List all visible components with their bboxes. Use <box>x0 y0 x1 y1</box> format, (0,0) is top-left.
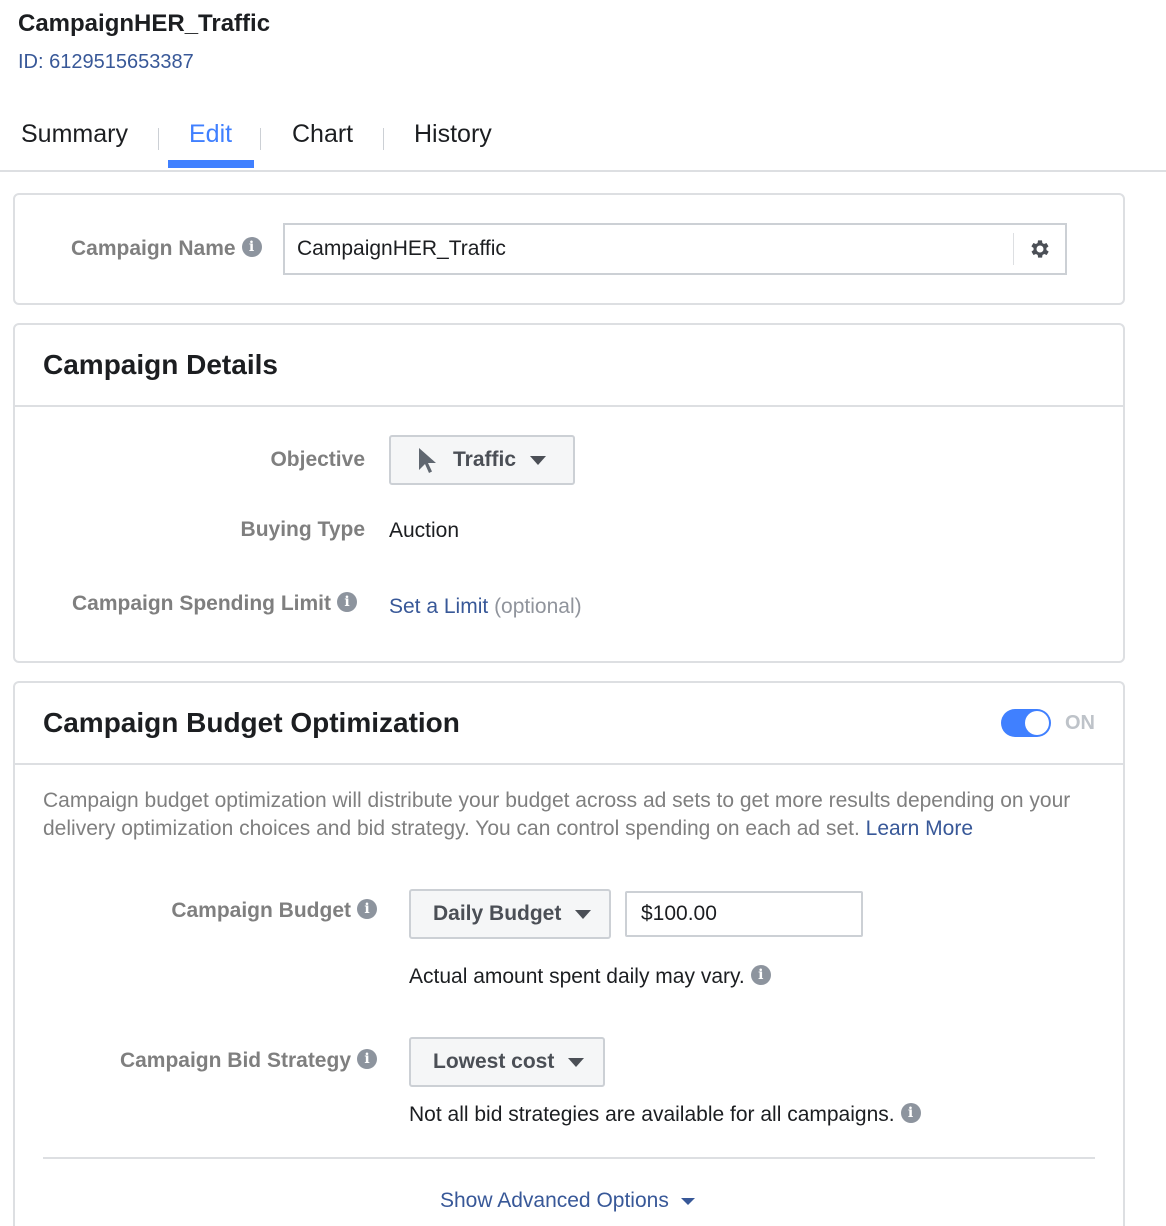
show-advanced-options-label: Show Advanced Options <box>440 1189 669 1212</box>
optional-note: (optional) <box>494 595 582 618</box>
campaign-id: ID: 6129515653387 <box>18 51 194 73</box>
objective-dropdown[interactable]: Traffic <box>389 435 575 485</box>
campaign-header: CampaignHER_Traffic ID: 6129515653387 <box>18 8 270 76</box>
tab-chart[interactable]: Chart <box>292 116 353 170</box>
info-icon[interactable]: i <box>750 965 771 986</box>
bid-strategy-label: Campaign Bid Strategy i <box>120 1047 377 1075</box>
budget-type-dropdown[interactable]: Daily Budget <box>409 889 611 939</box>
buying-type-label: Buying Type <box>240 518 365 541</box>
budget-optimization-toggle[interactable] <box>1001 709 1051 737</box>
bid-strategy-note: Not all bid strategies are available for… <box>409 1101 921 1129</box>
chevron-down-icon <box>530 455 547 465</box>
campaign-title: CampaignHER_Traffic <box>18 10 271 37</box>
campaign-budget-label-text: Campaign Budget <box>171 899 351 922</box>
chevron-down-icon <box>568 1057 585 1067</box>
chevron-down-icon <box>575 909 592 919</box>
bid-strategy-label-text: Campaign Bid Strategy <box>119 1049 351 1072</box>
toggle-knob <box>1025 711 1049 735</box>
info-icon[interactable]: i <box>357 899 377 920</box>
campaign-details-card: Campaign Details Objective Traffic Buyin… <box>13 323 1125 663</box>
info-icon[interactable]: i <box>357 1049 377 1070</box>
tab-separator <box>383 128 384 150</box>
bid-strategy-note-text: Not all bid strategies are available for… <box>409 1103 895 1126</box>
tab-history[interactable]: History <box>414 116 492 170</box>
set-limit-link[interactable]: Set a Limit <box>389 595 488 618</box>
budget-amount-value: $100.00 <box>641 902 717 925</box>
info-icon[interactable]: i <box>337 592 357 613</box>
budget-optimization-card: Campaign Budget Optimization ON Campaign… <box>13 681 1125 1226</box>
objective-value: Traffic <box>453 448 517 471</box>
campaign-name-card: Campaign Name i CampaignHER_Traffic <box>13 193 1125 305</box>
campaign-details-header: Campaign Details <box>15 325 1123 407</box>
bid-strategy-value: Lowest cost <box>433 1050 555 1073</box>
campaign-name-label-text: Campaign Name <box>71 237 236 260</box>
campaign-name-label: Campaign Name i <box>71 235 262 263</box>
bid-strategy-dropdown[interactable]: Lowest cost <box>409 1037 605 1087</box>
spending-limit-label-text: Campaign Spending Limit <box>71 592 331 615</box>
input-divider <box>1013 233 1014 265</box>
active-tab-indicator <box>168 160 254 168</box>
section-divider <box>43 1157 1095 1159</box>
campaign-name-value: CampaignHER_Traffic <box>297 237 506 260</box>
budget-optimization-header: Campaign Budget Optimization ON <box>15 683 1123 765</box>
campaign-name-input[interactable]: CampaignHER_Traffic <box>283 223 1067 275</box>
budget-optimization-description: Campaign budget optimization will distri… <box>43 787 1103 843</box>
chevron-down-icon <box>680 1197 695 1205</box>
budget-type-value: Daily Budget <box>433 902 562 925</box>
tab-separator <box>260 128 261 150</box>
cursor-arrow-icon <box>417 446 437 474</box>
budget-amount-input[interactable]: $100.00 <box>625 891 863 937</box>
spending-limit-label: Campaign Spending Limit i <box>72 590 357 618</box>
info-icon[interactable]: i <box>241 237 262 258</box>
gear-icon[interactable] <box>1028 237 1052 261</box>
objective-label: Objective <box>270 448 365 471</box>
tab-separator <box>158 128 159 150</box>
learn-more-link[interactable]: Learn More <box>866 817 973 840</box>
info-icon[interactable]: i <box>900 1103 921 1124</box>
show-advanced-options[interactable]: Show Advanced Options <box>440 1187 695 1215</box>
toggle-state-label: ON <box>1065 712 1095 734</box>
tab-bar: Summary Edit Chart History <box>0 108 1166 172</box>
campaign-details-title: Campaign Details <box>43 349 278 380</box>
budget-note: Actual amount spent daily may vary. i <box>409 963 771 991</box>
buying-type-value: Auction <box>389 519 460 542</box>
campaign-budget-label: Campaign Budget i <box>171 897 377 925</box>
tab-summary[interactable]: Summary <box>21 116 128 170</box>
spending-limit-control: Set a Limit (optional) <box>389 593 582 621</box>
budget-optimization-title: Campaign Budget Optimization <box>43 707 460 738</box>
budget-note-text: Actual amount spent daily may vary. <box>409 965 745 988</box>
